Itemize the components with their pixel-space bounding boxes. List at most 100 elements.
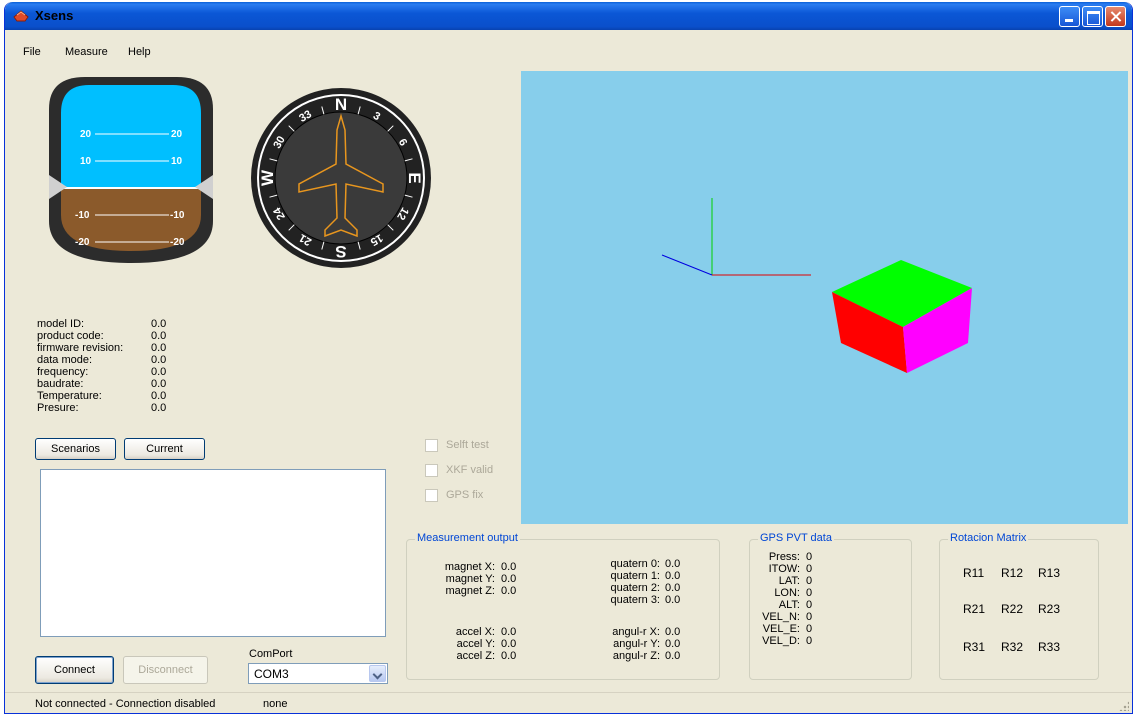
info-row-data-mode: data mode: 0.0: [37, 354, 167, 366]
matrix-cell: R23: [1038, 602, 1061, 616]
window-title: Xsens: [35, 8, 74, 23]
accel-x-value: 0.0: [501, 626, 517, 638]
gps-vel-e-label: VEL_E:: [762, 623, 800, 635]
gps-lat-label: LAT:: [778, 575, 800, 587]
info-row-frequency: frequency: 0.0: [37, 366, 167, 378]
comport-label: ComPort: [249, 648, 293, 660]
resize-grip[interactable]: [1119, 701, 1129, 711]
accel-y-value: 0.0: [501, 638, 517, 650]
accel-y-label: accel Y:: [456, 638, 495, 650]
measurement-output-group: Measurement output magnet X: 0.0 magnet …: [406, 532, 720, 680]
comport-value: COM3: [254, 667, 289, 681]
minimize-button[interactable]: [1059, 6, 1080, 27]
matrix-cell: R33: [1038, 640, 1061, 654]
menu-bar: File Measure Help: [5, 42, 1132, 62]
matrix-cell: R11: [963, 566, 985, 580]
magnet-x-value: 0.0: [501, 561, 517, 573]
app-window: Xsens File Measure Help 20 20 10 10 -10 …: [4, 2, 1133, 714]
current-button[interactable]: Current: [124, 438, 205, 460]
status-bar: Not connected - Connection disabled none: [5, 692, 1132, 713]
info-row-product-code: product code: 0.0: [37, 330, 167, 342]
orientation-3d-view[interactable]: [521, 71, 1128, 524]
menu-help[interactable]: Help: [128, 46, 151, 58]
gps-lon-label: LON:: [774, 587, 800, 599]
magnet-x-label: magnet X:: [444, 561, 495, 573]
heading-label-W: W: [258, 169, 277, 186]
matrix-cell: R32: [1001, 640, 1024, 654]
menu-file[interactable]: File: [23, 46, 41, 58]
magnet-z-label: magnet Z:: [445, 585, 495, 597]
info-row-temperature: Temperature: 0.0: [37, 390, 167, 402]
rotation-matrix-title: Rotacion Matrix: [948, 532, 1029, 544]
quatern-0-label: quatern 0:: [610, 558, 660, 570]
z-axis-line: [661, 254, 713, 276]
angulr-y-label: angul-r Y:: [613, 638, 660, 650]
magnet-y-label: magnet Y:: [445, 573, 495, 585]
connection-status: Not connected - Connection disabled: [35, 698, 216, 710]
gps-lon-value: 0: [806, 587, 813, 599]
angulr-x-label: angul-r X:: [612, 626, 660, 638]
matrix-cell: R31: [963, 640, 986, 654]
gps-vel-d-value: 0: [806, 635, 813, 647]
log-textarea[interactable]: [40, 469, 386, 637]
gps-vel-d-label: VEL_D:: [762, 635, 800, 647]
checkbox-box[interactable]: [425, 439, 438, 452]
angulr-x-value: 0.0: [665, 626, 681, 638]
title-bar[interactable]: Xsens: [5, 2, 1132, 30]
accel-z-value: 0.0: [501, 650, 517, 662]
angulr-z-value: 0.0: [665, 650, 681, 662]
matrix-cell: R12: [1001, 566, 1024, 580]
measurement-output-title: Measurement output: [415, 532, 520, 544]
pitch-label-neg20-left: -20: [75, 237, 90, 248]
menu-measure[interactable]: Measure: [65, 46, 108, 58]
comport-select[interactable]: COM3: [248, 663, 388, 684]
quatern-2-label: quatern 2:: [610, 582, 660, 594]
pitch-label-10-right: 10: [171, 156, 183, 167]
info-row-presure: Presure: 0.0: [37, 402, 167, 414]
gps-itow-value: 0: [806, 563, 813, 575]
quatern-0-value: 0.0: [665, 558, 681, 570]
quatern-2-value: 0.0: [665, 582, 681, 594]
rotation-matrix-group: Rotacion Matrix R11 R12 R13 R21 R22 R23 …: [939, 532, 1099, 680]
mode-status: none: [263, 698, 288, 710]
info-row-firmware: firmware revision: 0.0: [37, 342, 167, 354]
gps-alt-label: ALT:: [778, 599, 800, 611]
pitch-label-neg20-right: -20: [170, 237, 185, 248]
pitch-label-neg10-right: -10: [170, 210, 185, 221]
scenarios-button[interactable]: Scenarios: [35, 438, 116, 460]
xkf-valid-checkbox[interactable]: XKF valid: [425, 464, 525, 478]
gps-press-label: Press:: [768, 551, 800, 563]
pitch-label-20-right: 20: [171, 129, 183, 140]
gps-lat-value: 0: [806, 575, 813, 587]
close-button[interactable]: [1105, 6, 1126, 27]
self-test-checkbox[interactable]: Selft test: [425, 439, 525, 453]
pitch-label-10-left: 10: [80, 156, 92, 167]
heading-label-S: S: [335, 242, 346, 261]
gps-pvt-group: GPS PVT data Press: 0 ITOW: 0 LAT: 0 LON…: [749, 532, 912, 680]
checkbox-box[interactable]: [425, 489, 438, 502]
artificial-horizon-gauge: 20 20 10 10 -10 -10 -20 -20: [49, 77, 213, 263]
connect-button[interactable]: Connect: [35, 656, 114, 684]
gps-fix-checkbox[interactable]: GPS fix: [425, 489, 525, 503]
pitch-label-neg10-left: -10: [75, 210, 90, 221]
magnet-y-value: 0.0: [501, 573, 517, 585]
quatern-3-value: 0.0: [665, 594, 681, 606]
matrix-cell: R13: [1038, 566, 1061, 580]
info-row-model-id: model ID: 0.0: [37, 318, 167, 330]
gps-alt-value: 0: [806, 599, 813, 611]
accel-x-label: accel X:: [455, 626, 495, 638]
checkbox-box[interactable]: [425, 464, 438, 477]
gps-vel-n-label: VEL_N:: [762, 611, 800, 623]
magnet-z-value: 0.0: [501, 585, 517, 597]
chevron-down-icon[interactable]: [369, 665, 386, 682]
quatern-1-label: quatern 1:: [610, 570, 660, 582]
maximize-button[interactable]: [1082, 6, 1103, 27]
quatern-3-label: quatern 3:: [610, 594, 660, 606]
gps-vel-e-value: 0: [806, 623, 813, 635]
disconnect-button[interactable]: Disconnect: [123, 656, 208, 684]
app-icon: [13, 10, 29, 22]
heading-label-N: N: [335, 95, 347, 114]
compass-gauge: N 3 6 E 12 15 S 21 24 W 30 33: [251, 88, 431, 268]
quatern-1-value: 0.0: [665, 570, 681, 582]
gps-pvt-title: GPS PVT data: [758, 532, 834, 544]
